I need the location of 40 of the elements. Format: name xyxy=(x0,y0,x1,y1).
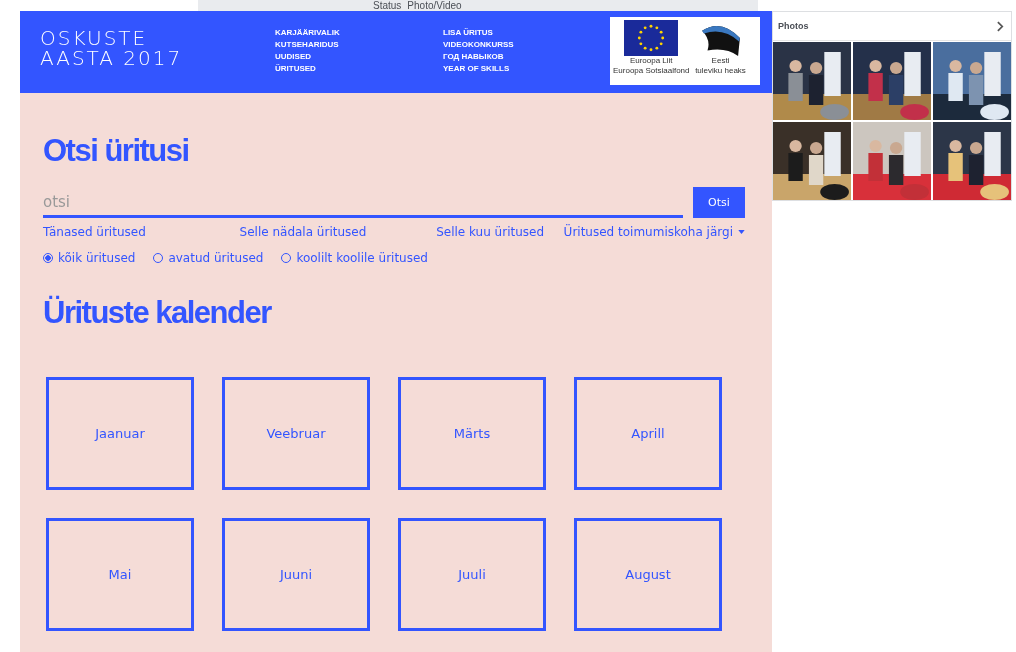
month-tile[interactable]: Veebruar xyxy=(222,377,370,490)
month-tile[interactable]: Juuni xyxy=(222,518,370,631)
radio-label[interactable]: koolilt koolile üritused xyxy=(296,251,428,265)
filter-link[interactable]: Selle nädala üritused xyxy=(239,225,417,239)
nav-link[interactable]: ÜRITUSED xyxy=(275,63,401,75)
month-tile[interactable]: Märts xyxy=(398,377,546,490)
filter-link[interactable]: Tänased üritused xyxy=(43,225,220,239)
nav-link[interactable]: YEAR OF SKILLS xyxy=(443,63,569,75)
location-dropdown[interactable]: Üritused toimumiskoha järgi xyxy=(563,225,745,239)
partner-text: tuleviku heaks xyxy=(695,66,746,76)
nav-link[interactable]: ГОД НАВЫКОВ xyxy=(443,51,569,63)
radio-label[interactable]: avatud üritused xyxy=(168,251,264,265)
month-tile[interactable]: Aprill xyxy=(574,377,722,490)
top-bar-link[interactable]: Photo/Video xyxy=(407,0,462,11)
radio-button[interactable] xyxy=(43,253,53,263)
month-tile[interactable]: Jaanuar xyxy=(46,377,194,490)
top-bar-link[interactable]: Status xyxy=(373,0,402,11)
section-title: Ürituste kalender xyxy=(43,294,273,332)
chevron-right-icon[interactable] xyxy=(997,20,1004,32)
logo-text[interactable]: AASTA 2017 xyxy=(40,48,275,68)
caret-icon xyxy=(738,230,745,234)
month-tile[interactable]: Juuli xyxy=(398,518,546,631)
eu-flag-icon xyxy=(623,20,680,56)
month-tile[interactable]: Mai xyxy=(46,518,194,631)
nav-link[interactable]: LISA ÜRITUS xyxy=(443,27,569,39)
partner-text: Eesti xyxy=(711,56,730,66)
radio-label[interactable]: kõik üritused xyxy=(58,251,136,265)
nav-link[interactable]: KARJÄÄRIVALIK xyxy=(275,27,401,39)
month-tile[interactable]: August xyxy=(574,518,722,631)
search-field[interactable]: otsi xyxy=(43,189,683,218)
logo-text[interactable]: OSKUSTE xyxy=(40,28,275,48)
nav-link[interactable]: UUDISED xyxy=(275,51,401,63)
filter-link[interactable]: Selle kuu üritused xyxy=(436,225,545,239)
search-button[interactable]: Otsi xyxy=(693,187,745,218)
nav-link[interactable]: VIDEOKONKURSS xyxy=(443,39,569,51)
partner-text: Euroopa Liit xyxy=(629,56,673,66)
section-title: Otsi üritusi xyxy=(43,132,190,170)
panel-title: Photos xyxy=(778,21,809,31)
nav-link[interactable]: KUTSEHARIDUS xyxy=(275,39,401,51)
partner-text: Euroopa Sotsiaalfond xyxy=(613,66,690,76)
